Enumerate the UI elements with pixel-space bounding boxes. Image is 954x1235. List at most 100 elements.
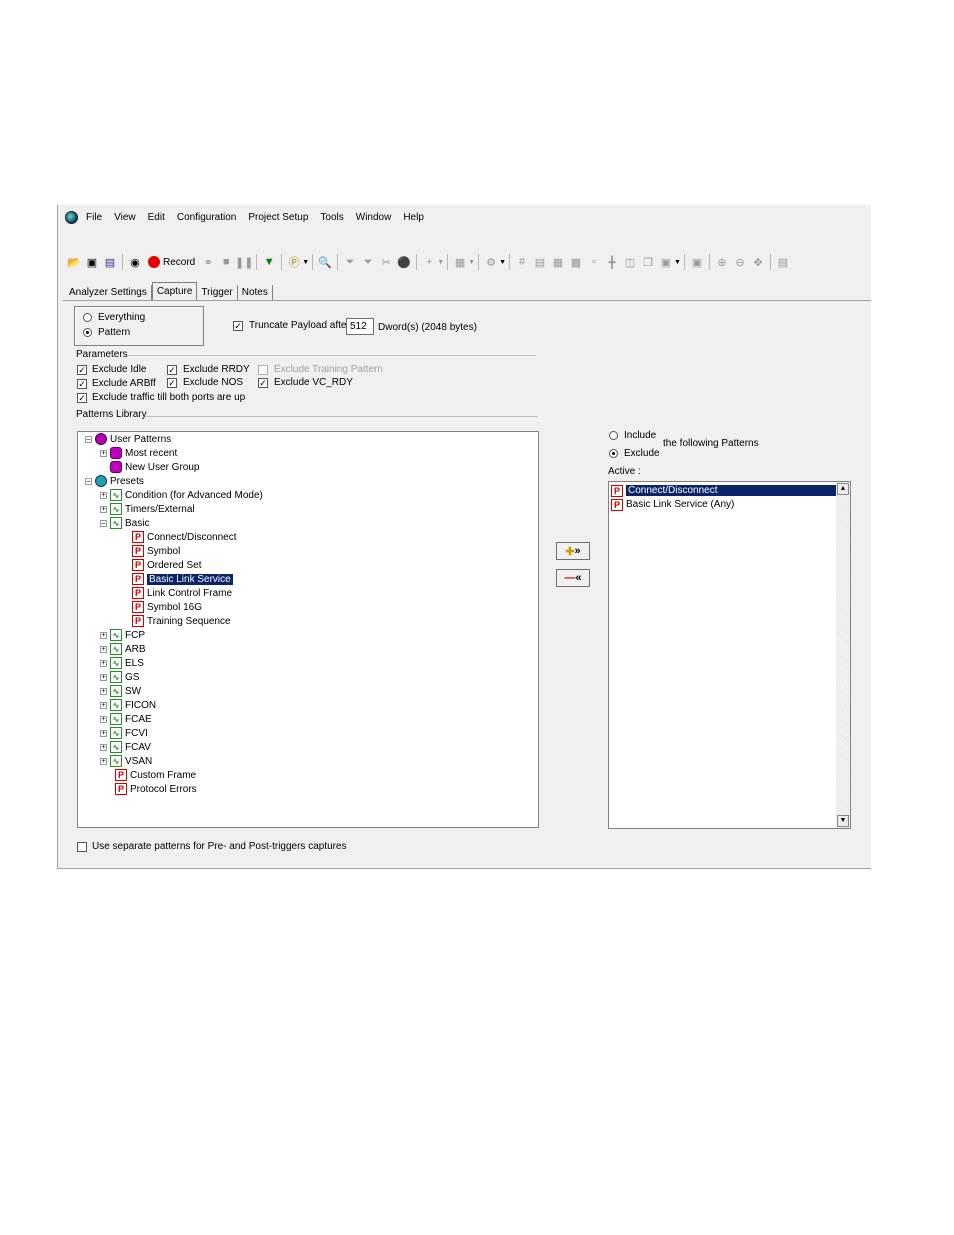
gauge-icon[interactable]: ⚭ [200,254,216,270]
scroll-down-icon[interactable]: ▼ [837,815,849,827]
scroll-up-icon[interactable]: ▲ [837,483,849,495]
pause-icon[interactable]: ❚❚ [235,254,253,270]
exclude-idle-checkbox[interactable]: ✓ [77,365,87,375]
columns-icon[interactable]: ◫ [622,254,638,270]
open-icon[interactable]: 📂 [66,254,82,270]
add-icon[interactable]: + [421,254,437,270]
zoom-out-icon[interactable]: ⊖ [732,254,748,270]
tree-node-protocol-errors[interactable]: P Protocol Errors [115,782,197,796]
remove-pattern-button[interactable]: — « [556,569,590,587]
tree-node-fcvi[interactable]: + ∿ FCVI [100,726,148,740]
tree-node-most-recent[interactable]: + Most recent [100,446,177,460]
chevron-down-icon[interactable]: ▼ [437,259,444,266]
windows-icon[interactable]: ❐ [640,254,656,270]
decode-icon[interactable]: ⚙ [483,254,499,270]
tab-trigger[interactable]: Trigger [197,285,238,300]
exclude-nos-checkbox[interactable]: ✓ [167,378,177,388]
hide-icon[interactable]: ⚫ [396,254,412,270]
collapse-icon[interactable]: – [85,477,92,485]
separate-patterns-checkbox[interactable] [77,842,87,852]
tree-node-fcav[interactable]: + ∿ FCAV [100,740,151,754]
tree-node-basic[interactable]: – ∿ Basic [100,516,149,530]
table-icon[interactable]: ▦ [550,254,566,270]
collapse-icon[interactable]: – [85,435,92,443]
expand-icon[interactable]: + [100,687,107,695]
menu-project-setup[interactable]: Project Setup [248,212,315,223]
tree-icon[interactable]: ╋ [604,254,620,270]
collapse-icon[interactable]: – [100,519,107,527]
tree-node-custom-frame[interactable]: P Custom Frame [115,768,196,782]
exclude-rrdy-checkbox[interactable]: ✓ [167,365,177,375]
list-item[interactable]: P Basic Link Service (Any) [611,498,836,511]
tree-node-sw[interactable]: + ∿ SW [100,684,141,698]
menu-window[interactable]: Window [356,212,399,223]
menu-tools[interactable]: Tools [320,212,350,223]
tree-node-fcp[interactable]: + ∿ FCP [100,628,145,642]
expand-icon[interactable]: + [100,715,107,723]
exclude-arbff-checkbox[interactable]: ✓ [77,379,87,389]
scrollbar[interactable]: ▲ ▼ [836,482,850,828]
stop-icon[interactable]: ■ [218,254,234,270]
exclude-training-pattern-checkbox[interactable] [258,365,268,375]
report-icon[interactable]: ▤ [532,254,548,270]
tree-node-new-user-group[interactable]: New User Group [110,460,199,474]
expand-icon[interactable]: + [100,491,107,499]
grid-icon[interactable]: # [514,254,530,270]
pan-icon[interactable]: ✥ [750,254,766,270]
tree-node-vsan[interactable]: + ∿ VSAN [100,754,152,768]
expand-icon[interactable]: + [100,631,107,639]
include-radio[interactable] [609,431,618,440]
exclude-vc-rdy-checkbox[interactable]: ✓ [258,378,268,388]
menu-file[interactable]: File [86,212,109,223]
tree-node-timers-external[interactable]: + ∿ Timers/External [100,502,195,516]
zoom-in-icon[interactable]: ⊕ [714,254,730,270]
exclude-traffic-checkbox[interactable]: ✓ [77,393,87,403]
tab-analyzer-settings[interactable]: Analyzer Settings [65,285,152,300]
properties-icon[interactable]: ▤ [102,254,118,270]
tree-node-ficon[interactable]: + ∿ FICON [100,698,156,712]
expand-icon[interactable]: + [100,659,107,667]
tab-capture[interactable]: Capture [151,282,198,300]
tree-node-symbol-16g[interactable]: P Symbol 16G [132,600,202,614]
tree-node-arb[interactable]: + ∿ ARB [100,642,146,656]
settings-icon[interactable]: ◉ [127,254,143,270]
record-button[interactable]: Record [148,256,195,268]
everything-radio[interactable] [83,313,92,322]
tree-node-link-control-frame[interactable]: P Link Control Frame [132,586,232,600]
tree-node-gs[interactable]: + ∿ GS [100,670,139,684]
statistics-icon[interactable]: ▩ [568,254,584,270]
chevron-down-icon[interactable]: ▼ [499,259,506,266]
active-patterns-list[interactable]: P Connect/Disconnect P Basic Link Servic… [608,481,851,829]
filter-edit-icon[interactable]: ⏷ [360,254,376,270]
cut-icon[interactable]: ✂ [378,254,394,270]
patterns-library-tree[interactable]: – User Patterns + Most recent New User G… [77,431,539,828]
pattern-radio[interactable] [83,328,92,337]
tree-node-ordered-set[interactable]: P Ordered Set [132,558,201,572]
add-pattern-button[interactable]: ✚ » [556,542,590,560]
expand-icon[interactable]: + [100,645,107,653]
list-item[interactable]: P Connect/Disconnect [611,484,836,497]
menu-configuration[interactable]: Configuration [177,212,243,223]
tree-node-els[interactable]: + ∿ ELS [100,656,144,670]
tab-notes[interactable]: Notes [238,285,273,300]
tree-node-presets[interactable]: – Presets [85,474,144,488]
exclude-radio[interactable] [609,449,618,458]
pattern-toolbar-icon[interactable]: Ⓟ [286,254,302,270]
tree-node-basic-link-service[interactable]: P Basic Link Service [132,572,233,586]
truncate-checkbox[interactable]: ✓ [233,321,243,331]
expand-icon[interactable]: + [100,757,107,765]
fullscreen-icon[interactable]: ▣ [689,254,705,270]
menu-edit[interactable]: Edit [148,212,172,223]
truncate-payload-input[interactable]: 512 [346,318,374,335]
bookmark-icon[interactable]: ▦ [452,254,468,270]
chevron-down-icon[interactable]: ▼ [302,259,309,266]
menu-help[interactable]: Help [403,212,431,223]
expand-icon[interactable]: + [100,701,107,709]
trigger-icon[interactable]: ▼ [261,254,277,270]
expand-icon[interactable]: + [100,673,107,681]
find-icon[interactable]: 🔍 [317,254,333,270]
tree-node-training-sequence[interactable]: P Training Sequence [132,614,231,628]
layout-icon[interactable]: ▣ [658,254,674,270]
chevron-down-icon[interactable]: ▼ [468,259,475,266]
expand-icon[interactable]: + [100,743,107,751]
